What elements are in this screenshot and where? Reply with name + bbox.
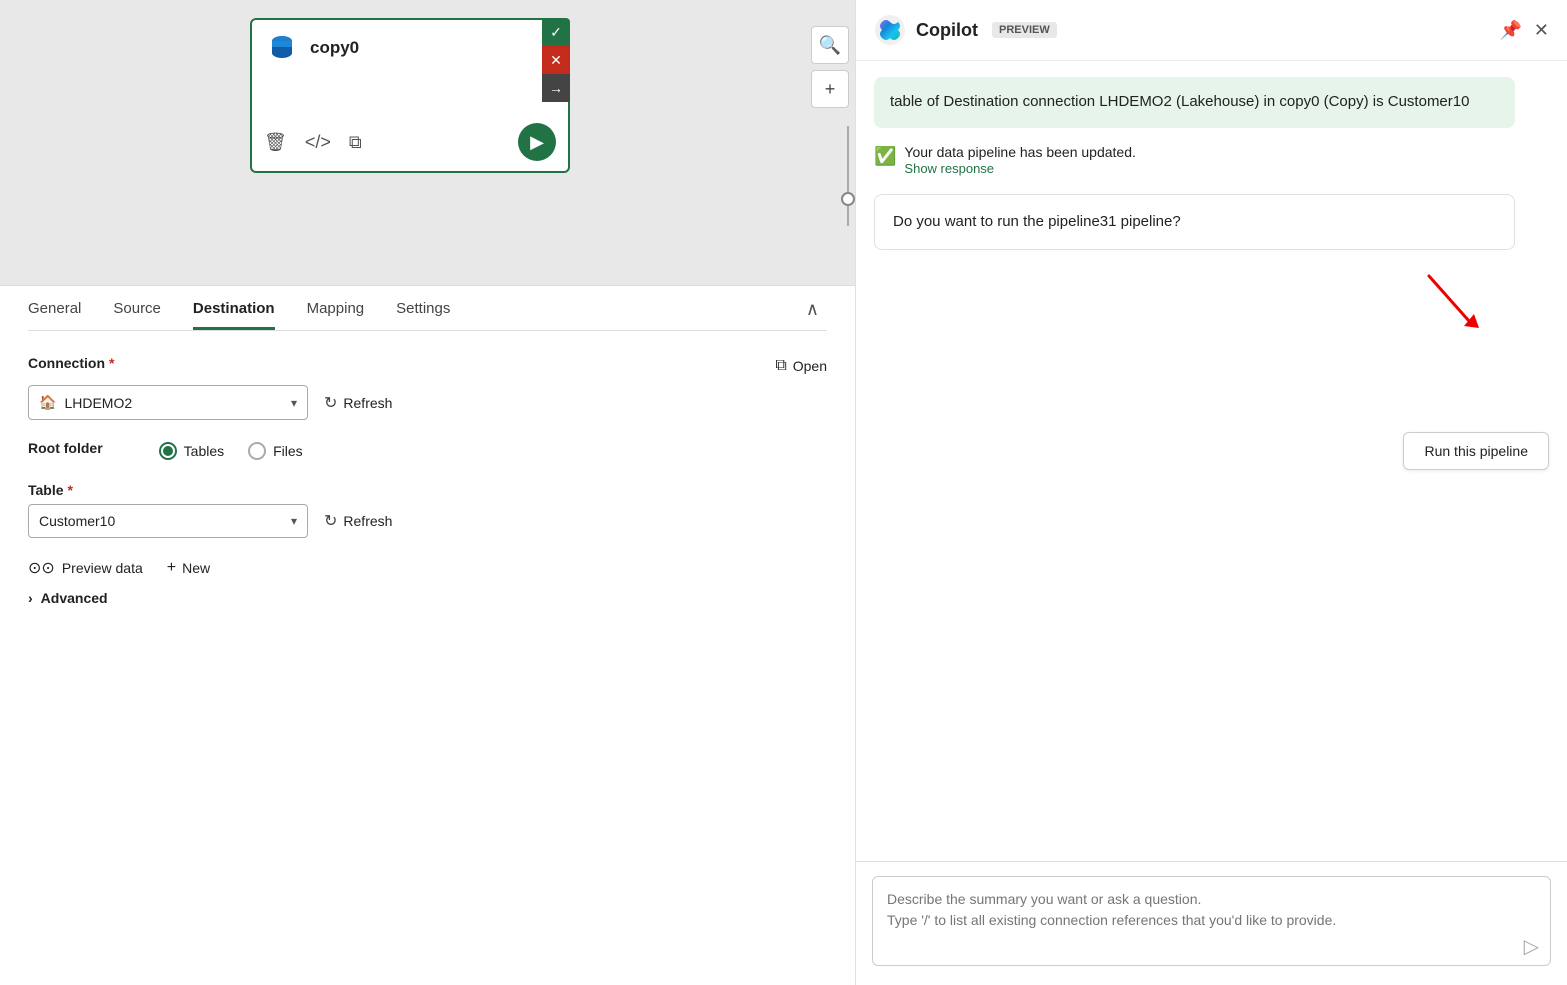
copilot-title: Copilot — [916, 20, 978, 41]
pin-button[interactable]: 📌 — [1499, 20, 1521, 41]
copilot-header: Copilot PREVIEW 📌 ✕ — [856, 0, 1567, 61]
advanced-chevron-icon: › — [28, 590, 33, 606]
node-icons: 🗑 </> ⧉ ▶ — [264, 111, 556, 161]
copy-node[interactable]: ✓ ✕ → copy0 🗑 </> ⧉ ▶ — [250, 18, 570, 173]
add-tool-button[interactable]: + — [811, 70, 849, 108]
system-check-icon: ✅ — [874, 146, 896, 167]
tab-source[interactable]: Source — [113, 288, 161, 330]
node-title: copy0 — [310, 38, 359, 58]
table-dropdown[interactable]: Customer10 ▾ — [28, 504, 308, 538]
node-check-icon: ✓ — [542, 18, 570, 46]
node-x-icon: ✕ — [542, 46, 570, 74]
tab-mapping[interactable]: Mapping — [307, 288, 365, 330]
root-folder-radio-group: Tables Files — [159, 442, 303, 460]
copilot-header-actions: 📌 ✕ — [1499, 20, 1549, 41]
connection-dropdown-icon: 🏠 — [39, 394, 56, 411]
copilot-messages: table of Destination connection LHDEMO2 … — [856, 61, 1567, 861]
root-folder-label: Root folder — [28, 440, 103, 456]
table-refresh-button[interactable]: ↻ Refresh — [324, 511, 392, 531]
open-external-icon: ⧉ — [775, 357, 786, 375]
table-label: Table * — [28, 482, 827, 498]
delete-icon[interactable]: 🗑 — [264, 132, 287, 153]
copilot-input[interactable] — [872, 876, 1551, 966]
copilot-panel: Copilot PREVIEW 📌 ✕ table of Destination… — [855, 0, 1567, 985]
node-arrow-right-icon: → — [542, 74, 570, 102]
left-panel: ✓ ✕ → copy0 🗑 </> ⧉ ▶ — [0, 0, 855, 985]
database-icon — [264, 30, 300, 66]
search-tool-button[interactable]: 🔍 — [811, 26, 849, 64]
connection-field-group: Connection * ⧉ Open 🏠 LHDEMO2 ▾ ↻ — [28, 355, 827, 420]
tables-radio-circle — [159, 442, 177, 460]
advanced-label: Advanced — [41, 590, 108, 606]
copilot-input-area: ▷ — [856, 861, 1567, 985]
table-refresh-icon: ↻ — [324, 511, 337, 531]
copilot-message-0: table of Destination connection LHDEMO2 … — [874, 77, 1515, 128]
connection-dropdown[interactable]: 🏠 LHDEMO2 ▾ — [28, 385, 308, 420]
run-pipeline-button[interactable]: Run this pipeline — [1403, 432, 1549, 470]
table-dropdown-arrow: ▾ — [291, 514, 297, 528]
canvas-area: ✓ ✕ → copy0 🗑 </> ⧉ ▶ — [0, 0, 855, 285]
copilot-message-2: Do you want to run the pipeline31 pipeli… — [874, 194, 1515, 251]
copilot-message-1: ✅ Your data pipeline has been updated. S… — [874, 144, 1549, 178]
table-required-star: * — [68, 482, 73, 498]
collapse-button[interactable]: ∧ — [798, 291, 827, 328]
copilot-logo-icon — [874, 14, 906, 46]
files-radio-circle — [248, 442, 266, 460]
tab-settings[interactable]: Settings — [396, 288, 450, 330]
connection-dropdown-value: LHDEMO2 — [64, 395, 283, 411]
canvas-toolbar: 🔍 + — [805, 18, 855, 116]
zoom-slider[interactable] — [847, 126, 849, 226]
connection-dropdown-arrow: ▾ — [291, 396, 297, 410]
preview-icon: ⊙⊙ — [28, 558, 55, 578]
table-dropdown-value: Customer10 — [39, 513, 283, 529]
preview-data-button[interactable]: ⊙⊙ Preview data — [28, 558, 143, 578]
new-button[interactable]: + New — [167, 559, 210, 577]
connection-required-star: * — [109, 355, 114, 371]
open-button[interactable]: ⧉ Open — [775, 357, 827, 375]
root-folder-tables-option[interactable]: Tables — [159, 442, 224, 460]
connection-refresh-button[interactable]: ↻ Refresh — [324, 393, 392, 413]
advanced-section[interactable]: › Advanced — [28, 590, 827, 606]
tab-destination[interactable]: Destination — [193, 288, 275, 330]
run-button[interactable]: ▶ — [518, 123, 556, 161]
system-text: Your data pipeline has been updated. — [904, 144, 1135, 160]
arrow-area — [874, 266, 1549, 356]
config-panel: General Source Destination Mapping Setti… — [0, 285, 855, 985]
tab-general[interactable]: General — [28, 288, 81, 330]
connection-label: Connection * — [28, 355, 114, 371]
close-button[interactable]: ✕ — [1534, 20, 1549, 41]
connection-refresh-icon: ↻ — [324, 393, 337, 413]
copy-icon[interactable]: ⧉ — [349, 132, 362, 153]
new-plus-icon: + — [167, 559, 176, 577]
config-tabs: General Source Destination Mapping Setti… — [28, 286, 827, 331]
root-folder-files-option[interactable]: Files — [248, 442, 303, 460]
node-header: copy0 — [264, 30, 556, 66]
bottom-actions: ⊙⊙ Preview data + New — [28, 558, 827, 578]
root-folder-field-group: Root folder Tables Files — [28, 440, 827, 462]
table-field-group: Table * Customer10 ▾ ↻ Refresh — [28, 482, 827, 538]
red-arrow-icon — [1409, 266, 1489, 346]
show-response-link[interactable]: Show response — [904, 161, 994, 176]
code-icon[interactable]: </> — [305, 132, 331, 153]
copilot-preview-badge: PREVIEW — [992, 22, 1057, 38]
send-button[interactable]: ▷ — [1524, 934, 1539, 959]
